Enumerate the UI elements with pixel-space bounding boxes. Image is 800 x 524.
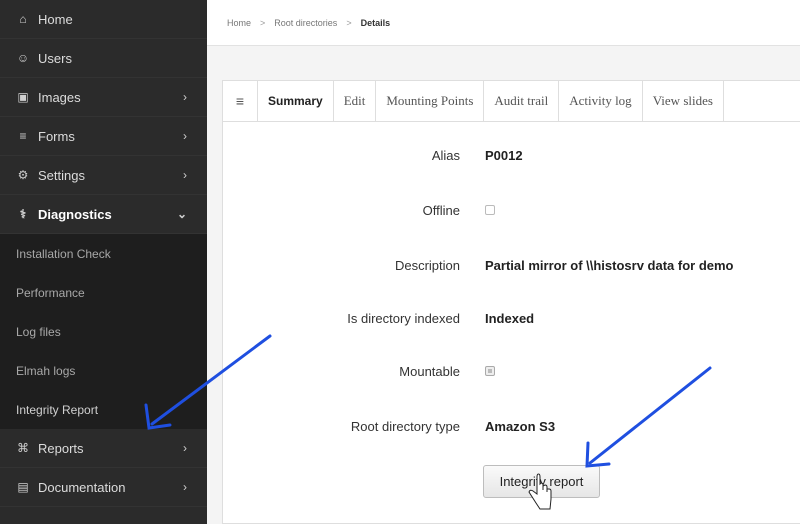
sidebar-subitem-performance[interactable]: Performance [0, 273, 207, 312]
sidebar-item-label: Forms [38, 128, 75, 144]
forms-icon: ≡ [19, 129, 27, 143]
type-label: Root directory type [350, 418, 460, 434]
sidebar-subitem-elmah-logs[interactable]: Elmah logs [0, 351, 207, 390]
chevron-right-icon: > [260, 17, 266, 28]
type-value: Amazon S3 [485, 418, 556, 434]
sidebar-subitem-label: Integrity Report [16, 402, 99, 417]
sidebar-subitem-installation-check[interactable]: Installation Check [0, 234, 207, 273]
integrity-report-button[interactable]: Integrity report [483, 465, 600, 498]
sidebar-item-label: Home [38, 11, 73, 27]
sidebar-item-users[interactable]: ☺ Users [0, 39, 207, 78]
tab-audit-trail[interactable]: Audit trail [484, 81, 560, 121]
chevron-down-icon: ⌄ [176, 207, 187, 221]
reports-icon: ⌘ [17, 441, 29, 455]
sidebar-item-label: Reports [38, 440, 84, 456]
offline-label: Offline [422, 202, 460, 218]
mountable-label: Mountable [399, 363, 460, 379]
offline-row: Offline [223, 200, 800, 220]
sidebar-item-forms[interactable]: ≡ Forms › [0, 117, 207, 156]
details-panel: ≡ Summary Edit Mounting Points Audit tra… [222, 80, 800, 524]
alias-label: Alias [431, 147, 460, 163]
gears-icon: ⚙ [17, 168, 29, 182]
description-value: Partial mirror of \\histosrv data for de… [485, 257, 734, 273]
sidebar-item-label: Documentation [38, 479, 126, 495]
breadcrumb: Home > Root directories > Details [207, 0, 800, 46]
sidebar-subitem-label: Performance [16, 285, 85, 300]
indexed-row: Is directory indexed Indexed [223, 308, 800, 328]
breadcrumb-root-directories[interactable]: Root directories [274, 18, 337, 28]
tab-view-slides[interactable]: View slides [643, 81, 724, 121]
indexed-label: Is directory indexed [347, 310, 460, 326]
tab-edit[interactable]: Edit [334, 81, 377, 121]
tab-mounting-points[interactable]: Mounting Points [376, 81, 485, 121]
sidebar-subitem-label: Log files [16, 324, 61, 339]
tab-summary[interactable]: Summary [258, 81, 334, 121]
mountable-checkbox[interactable] [485, 366, 495, 376]
description-row: Description Partial mirror of \\histosrv… [223, 255, 800, 275]
users-icon: ☺ [16, 51, 30, 65]
sidebar-item-diagnostics[interactable]: ⚕ Diagnostics ⌄ [0, 195, 207, 234]
sidebar-item-label: Users [38, 50, 72, 66]
sidebar-item-label: Diagnostics [38, 206, 112, 222]
sidebar-item-images[interactable]: ▣ Images › [0, 78, 207, 117]
sidebar-subitem-label: Elmah logs [16, 363, 76, 378]
sidebar-item-home[interactable]: ⌂ Home [0, 0, 207, 39]
chevron-right-icon: › [183, 168, 187, 182]
alias-row: Alias P0012 [223, 145, 800, 165]
breadcrumb-home[interactable]: Home [227, 18, 251, 28]
chevron-right-icon: > [346, 17, 352, 28]
tab-activity-log[interactable]: Activity log [559, 81, 643, 121]
offline-checkbox[interactable] [485, 205, 495, 215]
sidebar: ⌂ Home ☺ Users ▣ Images › ≡ Forms › ⚙ Se… [0, 0, 207, 524]
sidebar-item-documentation[interactable]: ▤ Documentation › [0, 468, 207, 507]
stethoscope-icon: ⚕ [19, 207, 27, 221]
chevron-right-icon: › [183, 90, 187, 104]
sidebar-subitem-label: Installation Check [16, 246, 111, 261]
sidebar-subitem-log-files[interactable]: Log files [0, 312, 207, 351]
chevron-right-icon: › [183, 129, 187, 143]
chevron-right-icon: › [183, 441, 187, 455]
indexed-value: Indexed [485, 310, 535, 326]
tab-bar: ≡ Summary Edit Mounting Points Audit tra… [223, 81, 800, 122]
main-content: Home > Root directories > Details ≡ Summ… [207, 0, 800, 524]
alias-value: P0012 [485, 147, 523, 163]
documentation-icon: ▤ [17, 480, 29, 494]
type-row: Root directory type Amazon S3 [223, 416, 800, 436]
mountable-row: Mountable [223, 361, 800, 381]
description-label: Description [394, 257, 460, 273]
sidebar-item-reports[interactable]: ⌘ Reports › [0, 429, 207, 468]
hamburger-menu-icon[interactable]: ≡ [223, 81, 258, 121]
sidebar-item-label: Images [38, 89, 81, 105]
sidebar-item-label: Settings [38, 167, 85, 183]
breadcrumb-current: Details [360, 17, 391, 28]
image-icon: ▣ [17, 90, 29, 104]
sidebar-item-settings[interactable]: ⚙ Settings › [0, 156, 207, 195]
sidebar-subitem-integrity-report[interactable]: Integrity Report [0, 390, 207, 429]
chevron-right-icon: › [183, 480, 187, 494]
home-icon: ⌂ [19, 12, 27, 26]
